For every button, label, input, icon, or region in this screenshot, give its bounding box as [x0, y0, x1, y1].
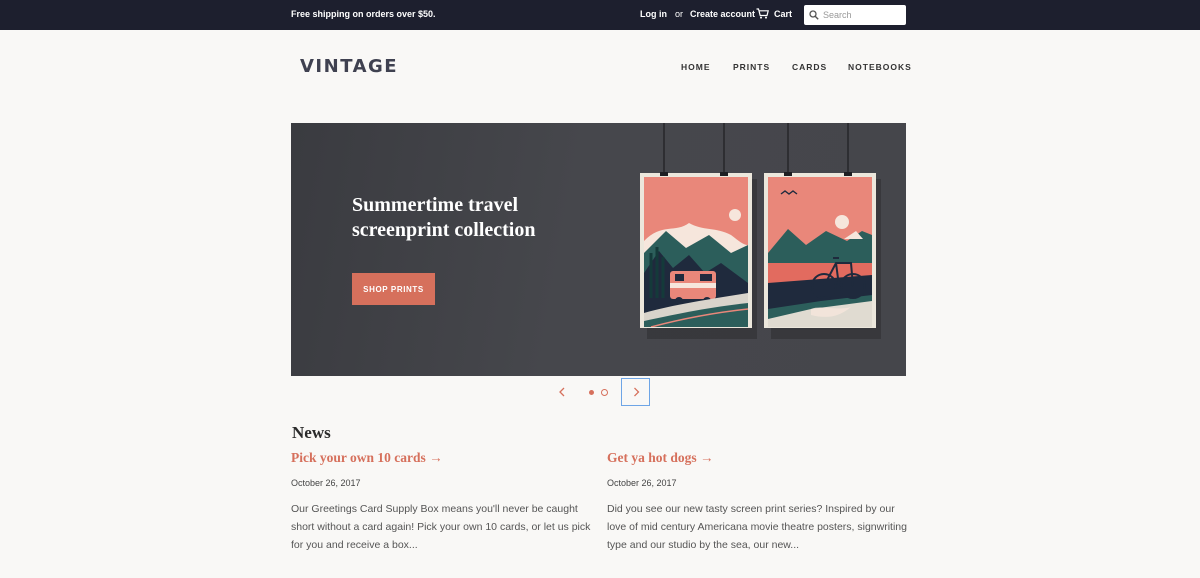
hero-prints-image	[640, 123, 881, 339]
article-title-link[interactable]: Pick your own 10 cards →	[291, 450, 591, 466]
nav-home[interactable]: HOME	[681, 62, 711, 72]
slide-prev-button[interactable]	[555, 384, 569, 400]
announcement-bar: Free shipping on orders over $50. Log in…	[0, 0, 1200, 30]
search-icon	[809, 10, 819, 20]
search-box[interactable]	[804, 5, 906, 25]
chevron-left-icon	[559, 387, 565, 397]
account-links: Log in or Create account	[640, 9, 755, 19]
news-article: Pick your own 10 cards → October 26, 201…	[291, 450, 591, 554]
cart-icon	[756, 8, 769, 19]
article-excerpt: Did you see our new tasty screen print s…	[607, 503, 907, 551]
hero-title: Summertime travel screenprint collection	[352, 194, 536, 241]
shop-prints-button[interactable]: SHOP PRINTS	[352, 273, 435, 305]
cart-link[interactable]: Cart	[756, 8, 792, 19]
slide-dot-1[interactable]	[589, 390, 594, 395]
news-article: Get ya hot dogs → October 26, 2017 Did y…	[607, 450, 907, 554]
nav-cards[interactable]: CARDS	[792, 62, 827, 72]
site-logo[interactable]: VINTAGE	[300, 56, 398, 77]
nav-notebooks[interactable]: NOTEBOOKS	[848, 62, 912, 72]
chevron-right-icon	[633, 387, 639, 397]
news-heading: News	[292, 423, 331, 442]
nav-prints[interactable]: PRINTS	[733, 62, 770, 72]
slide-dot-2[interactable]	[601, 389, 608, 396]
login-link[interactable]: Log in	[640, 9, 667, 19]
or-text: or	[675, 9, 684, 19]
hero-slide: Summertime travel screenprint collection…	[291, 123, 906, 376]
article-date: October 26, 2017	[607, 478, 677, 488]
article-excerpt: Our Greetings Card Supply Box means you'…	[291, 503, 591, 551]
search-input[interactable]	[823, 10, 903, 20]
shipping-message: Free shipping on orders over $50.	[291, 9, 436, 19]
create-account-link[interactable]: Create account	[690, 9, 755, 19]
article-date: October 26, 2017	[291, 478, 361, 488]
slide-next-button[interactable]	[621, 378, 650, 406]
cart-label: Cart	[774, 8, 793, 19]
article-title-link[interactable]: Get ya hot dogs →	[607, 450, 907, 466]
